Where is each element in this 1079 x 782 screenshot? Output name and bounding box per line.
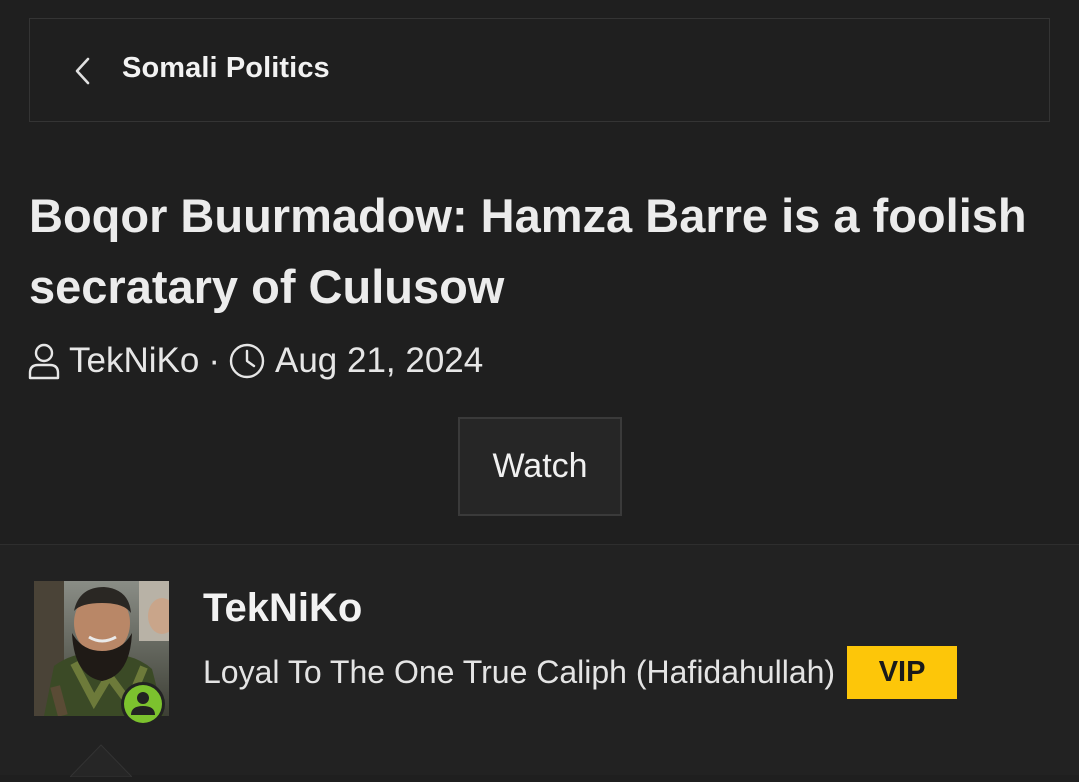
vip-badge: VIP <box>847 646 958 699</box>
thread-author-link[interactable]: TekNiKo <box>69 341 199 381</box>
online-user-icon <box>120 681 166 727</box>
watch-button[interactable]: Watch <box>458 417 622 516</box>
thread-title: Boqor Buurmadow: Hamza Barre is a foolis… <box>29 189 1027 313</box>
thread-date-link[interactable]: Aug 21, 2024 <box>275 341 483 381</box>
poster-user-title: Loyal To The One True Caliph (Hafidahull… <box>203 654 836 690</box>
breadcrumb-label[interactable]: Somali Politics <box>122 52 330 85</box>
breadcrumb[interactable]: Somali Politics <box>29 18 1050 122</box>
poster-username[interactable]: TekNiKo <box>203 586 362 631</box>
post-pointer-arrow <box>68 743 134 778</box>
poster-title-row: Loyal To The One True Caliph (Hafidahull… <box>203 646 958 699</box>
user-icon <box>27 342 69 380</box>
thread-meta: TekNiKo · Aug 21, 2024 <box>27 338 483 384</box>
chevron-left-icon[interactable] <box>72 57 96 85</box>
meta-separator: · <box>208 341 220 380</box>
clock-icon <box>228 342 275 380</box>
post-header: TekNiKo Loyal To The One True Caliph (Ha… <box>0 544 1079 778</box>
